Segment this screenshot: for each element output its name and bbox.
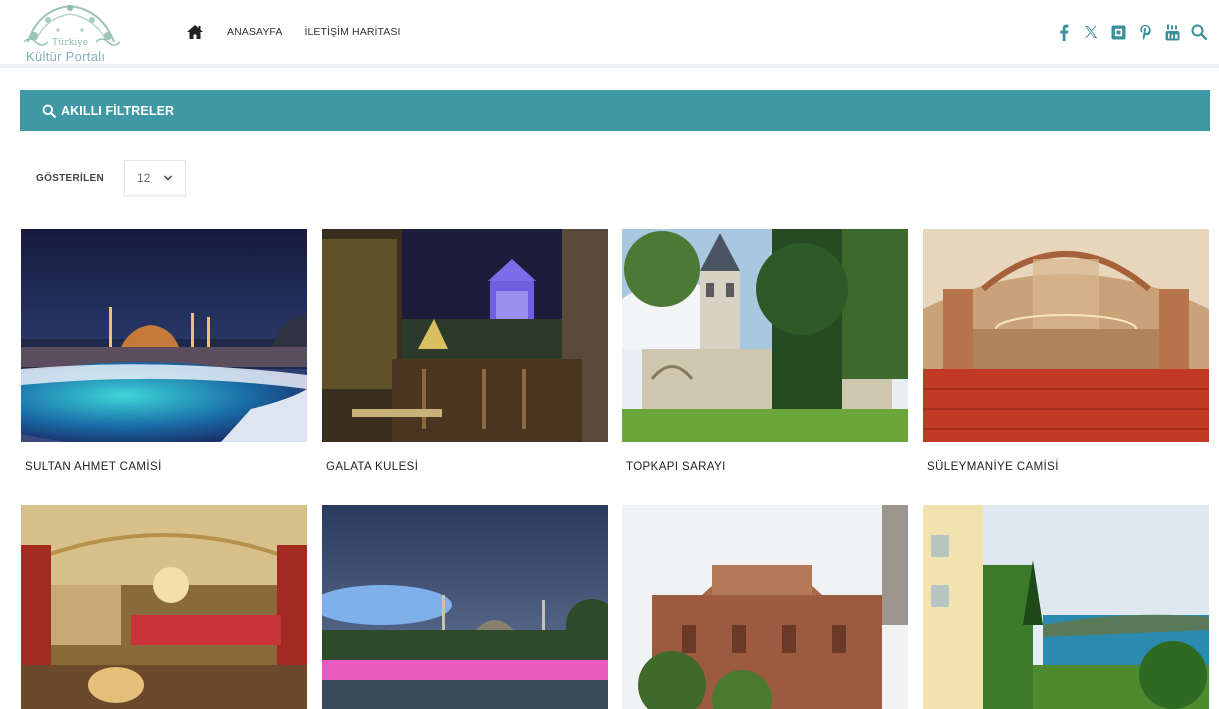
search-icon[interactable] [1191, 23, 1207, 41]
nav-contact-map-link[interactable]: İLETİŞİM HARİTASI [304, 26, 400, 38]
place-photo-galata[interactable] [322, 229, 608, 442]
page-size-select[interactable]: 12 [124, 160, 187, 196]
place-photo-sultan-ahmet[interactable] [21, 229, 307, 442]
place-card[interactable]: SÜLEYMANİYE CAMİSİ [923, 229, 1209, 473]
instagram-icon[interactable] [1110, 23, 1126, 41]
place-card[interactable] [322, 505, 608, 709]
place-title[interactable]: SÜLEYMANİYE CAMİSİ [927, 461, 1059, 473]
place-title[interactable]: TOPKAPI SARAYI [626, 461, 726, 473]
page-size-label: GÖSTERİLEN [36, 172, 105, 184]
site-logo[interactable]: Türkiye Kültür Portalı [18, 2, 128, 64]
place-card[interactable]: TOPKAPI SARAYI [622, 229, 908, 473]
place-photo-bosphorus-view[interactable] [923, 505, 1209, 709]
x-icon[interactable] [1083, 23, 1099, 41]
place-photo-topkapi[interactable] [622, 229, 908, 442]
youtube-icon[interactable] [1164, 23, 1180, 41]
place-title[interactable]: SULTAN AHMET CAMİSİ [25, 461, 162, 473]
home-icon[interactable] [186, 23, 204, 41]
logo-text-portal: Kültür Portalı [26, 49, 106, 64]
chevron-down-icon [163, 173, 173, 183]
pinterest-icon[interactable] [1137, 23, 1153, 41]
main-nav: ANASAYFA İLETİŞİM HARİTASI [186, 22, 423, 42]
smart-filters-title: AKILLI FİLTRELER [61, 103, 175, 118]
place-title[interactable]: GALATA KULESİ [326, 461, 418, 473]
facebook-icon[interactable] [1056, 23, 1072, 41]
logo-text-country: Türkiye [52, 38, 89, 48]
place-card[interactable] [923, 505, 1209, 709]
search-icon [42, 104, 56, 118]
smart-filters-toggle[interactable]: AKILLI FİLTRELER [20, 90, 1210, 131]
site-header: Türkiye Kültür Portalı ANASAYFA İLETİŞİM… [0, 0, 1219, 68]
social-links [1045, 21, 1207, 43]
place-photo-hagia-sophia-dusk[interactable] [322, 505, 608, 709]
place-photo-palace-hall[interactable] [21, 505, 307, 709]
place-card[interactable] [21, 505, 307, 709]
page-size-value: 12 [137, 171, 151, 185]
place-photo-suleymaniye[interactable] [923, 229, 1209, 442]
place-card[interactable] [622, 505, 908, 709]
place-photo-byzantine-church[interactable] [622, 505, 908, 709]
nav-home-link[interactable]: ANASAYFA [227, 26, 282, 38]
place-card[interactable]: GALATA KULESİ [322, 229, 608, 473]
page-size-control: GÖSTERİLEN 12 [36, 160, 187, 196]
place-card[interactable]: SULTAN AHMET CAMİSİ [21, 229, 307, 473]
